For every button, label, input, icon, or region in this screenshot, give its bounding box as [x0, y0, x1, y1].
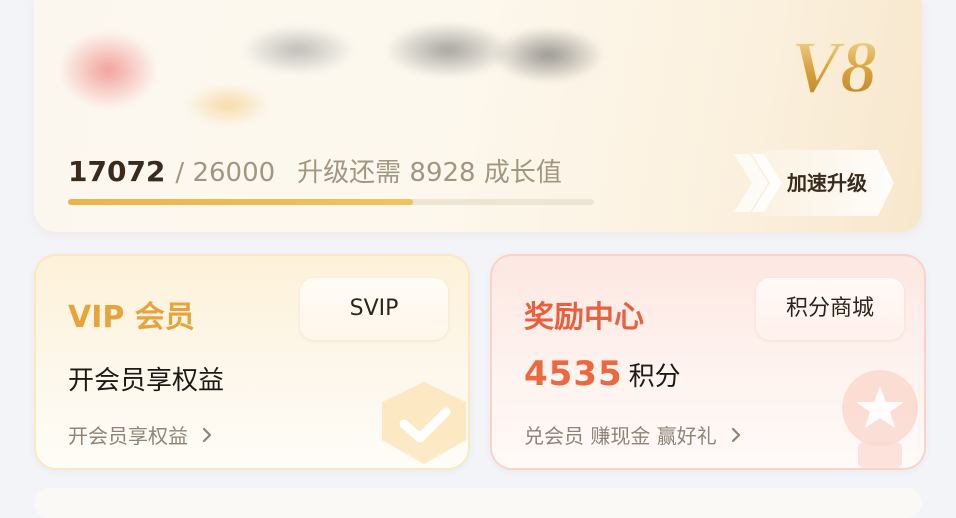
vip-main-text: 开会员享权益 [68, 366, 225, 396]
svip-button[interactable]: SVIP [300, 278, 448, 340]
level-card[interactable]: V8 17072 / 26000 升级还需 8928 成长值 加速升级 [34, 0, 922, 232]
points-unit: 积分 [628, 362, 681, 392]
reward-link-text: 兑会员 赚现金 赢好礼 [524, 424, 717, 448]
star-medal-icon [842, 370, 918, 468]
reward-center-card[interactable]: 奖励中心 积分商城 4535 积分 兑会员 赚现金 赢好礼 [490, 254, 926, 470]
level-badge-icon: V8 [790, 26, 878, 108]
next-card-edge [34, 488, 922, 518]
points-balance: 4535 积分 [524, 354, 681, 394]
growth-progress-bar [68, 199, 594, 205]
chevron-right-icon [202, 427, 212, 442]
speed-up-label: 加速升级 [760, 150, 894, 216]
points-value: 4535 [524, 354, 623, 394]
level-badge-text: V8 [791, 27, 877, 108]
chevron-right-icon [731, 427, 740, 442]
blurred-user-info [48, 10, 608, 128]
speed-up-button[interactable]: 加速升级 [730, 150, 900, 216]
reward-link[interactable]: 兑会员 赚现金 赢好礼 [524, 420, 745, 449]
growth-progress-fill [68, 199, 414, 205]
vip-title: VIP 会员 [68, 300, 195, 335]
vip-benefits-link[interactable]: 开会员享权益 [68, 420, 216, 449]
growth-progress-text: 17072 / 26000 升级还需 8928 成长值 [68, 152, 562, 189]
vip-link-text: 开会员享权益 [68, 424, 188, 448]
upgrade-hint: 升级还需 8928 成长值 [297, 158, 562, 188]
reward-title: 奖励中心 [524, 300, 644, 335]
total-growth: / 26000 [175, 158, 276, 188]
current-growth: 17072 [68, 155, 166, 188]
check-shield-icon [382, 382, 466, 464]
points-mall-button[interactable]: 积分商城 [756, 278, 904, 340]
vip-card[interactable]: VIP 会员 SVIP 开会员享权益 开会员享权益 [34, 254, 470, 470]
